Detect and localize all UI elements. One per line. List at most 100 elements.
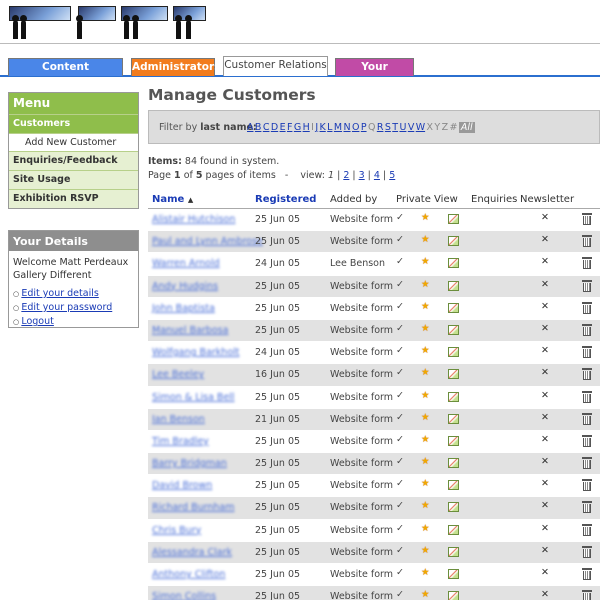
chart-icon[interactable] [448,458,459,469]
star-icon[interactable]: ★ [421,500,430,511]
customer-name-link[interactable]: Simon Collins [152,591,216,600]
chart-icon[interactable] [448,502,459,513]
filter-letter-j[interactable]: J [315,122,318,133]
chart-icon[interactable] [448,302,459,313]
star-icon[interactable]: ★ [421,434,430,445]
star-icon[interactable]: ★ [421,345,430,356]
star-icon[interactable]: ★ [421,456,430,467]
customer-name-link[interactable]: Anthony Clifton [152,569,225,580]
star-icon[interactable]: ★ [421,523,430,534]
filter-letter-t[interactable]: T [392,122,398,133]
sidebar-item-exhibition-rsvp[interactable]: Exhibition RSVP [9,189,138,208]
trash-icon[interactable] [582,235,592,248]
cross-icon[interactable]: ✕ [541,212,549,223]
chart-icon[interactable] [448,214,459,224]
cross-icon[interactable]: ✕ [541,279,549,290]
cross-icon[interactable]: ✕ [541,367,549,378]
trash-icon[interactable] [582,545,592,558]
cross-icon[interactable]: ✕ [541,434,549,445]
tab-administrators[interactable]: Administrators [131,58,220,76]
customer-name-link[interactable]: Richard Burnham [152,502,235,513]
star-icon[interactable]: ★ [421,478,430,489]
trash-icon[interactable] [582,457,592,470]
chart-icon[interactable] [448,258,459,269]
chart-icon[interactable] [448,546,459,557]
chart-icon[interactable] [448,236,459,247]
tab-your-account[interactable]: Your Account [335,58,414,90]
trash-icon[interactable] [582,301,592,314]
customer-name-link[interactable]: Tim Bradley [152,436,209,447]
trash-icon[interactable] [582,390,592,403]
cross-icon[interactable]: ✕ [541,256,549,267]
page-link-2[interactable]: 2 [343,170,349,181]
trash-icon[interactable] [582,323,592,336]
filter-letter-k[interactable]: K [320,122,326,133]
page-link-5[interactable]: 5 [389,170,395,181]
filter-all[interactable]: All [458,122,475,133]
customer-name-link[interactable]: Alistair Hutchison [152,214,235,225]
sidebar-item-site-usage[interactable]: Site Usage [9,170,138,189]
filter-letter-l[interactable]: L [327,122,332,133]
chart-icon[interactable] [448,347,459,358]
filter-letter-g[interactable]: G [294,122,301,133]
customer-name-link[interactable]: Wolfgang Barkholt [152,347,240,358]
customer-name-link[interactable]: Warren Arnold [152,258,220,269]
filter-letter-o[interactable]: O [352,122,359,133]
cross-icon[interactable]: ✕ [541,412,549,423]
cross-icon[interactable]: ✕ [541,589,549,600]
cross-icon[interactable]: ✕ [541,323,549,334]
chart-icon[interactable] [448,369,459,380]
cross-icon[interactable]: ✕ [541,390,549,401]
customer-name-link[interactable]: John Baptista [152,303,215,314]
customer-name-link[interactable]: Alessandra Clark [152,547,232,558]
cross-icon[interactable]: ✕ [541,567,549,578]
column-name[interactable]: Name ▲ [152,194,193,205]
filter-letter-h[interactable]: H [303,122,310,133]
trash-icon[interactable] [582,590,592,600]
star-icon[interactable]: ★ [421,567,430,578]
customer-name-link[interactable]: Lee Beeley [152,369,204,380]
filter-letter-r[interactable]: R [377,122,384,133]
star-icon[interactable]: ★ [421,279,430,290]
tab-content-management[interactable]: Content Management [8,58,123,90]
filter-letter-f[interactable]: F [287,122,292,133]
filter-letter-d[interactable]: D [271,122,278,133]
trash-icon[interactable] [582,257,592,270]
star-icon[interactable]: ★ [421,545,430,556]
customer-name-link[interactable]: Andy Hudgins [152,281,218,292]
sidebar-item-enquiries-feedback[interactable]: Enquiries/Feedback [9,151,138,170]
customer-name-link[interactable]: Chris Bury [152,525,201,536]
star-icon[interactable]: ★ [421,234,430,245]
trash-icon[interactable] [582,279,592,292]
trash-icon[interactable] [582,412,592,425]
filter-letter-b[interactable]: B [255,122,262,133]
filter-letter-s[interactable]: S [385,122,391,133]
chart-icon[interactable] [448,324,459,335]
customer-name-link[interactable]: Simon & Lisa Bell [152,392,235,403]
trash-icon[interactable] [582,368,592,381]
cross-icon[interactable]: ✕ [541,478,549,489]
tab-customer-relations[interactable]: Customer Relations [223,56,328,76]
star-icon[interactable]: ★ [421,589,430,600]
cross-icon[interactable]: ✕ [541,500,549,511]
star-icon[interactable]: ★ [421,367,430,378]
trash-icon[interactable] [582,523,592,536]
page-link-3[interactable]: 3 [359,170,365,181]
chart-icon[interactable] [448,524,459,535]
filter-letter-m[interactable]: M [334,122,342,133]
customer-name-link[interactable]: Paul and Lynn Ambrose [152,236,263,247]
filter-letter-a[interactable]: A [247,122,254,133]
cross-icon[interactable]: ✕ [541,301,549,312]
edit-password-link[interactable]: Edit your password [21,302,112,313]
star-icon[interactable]: ★ [421,212,430,223]
edit-details-link[interactable]: Edit your details [21,288,98,299]
chart-icon[interactable] [448,435,459,446]
star-icon[interactable]: ★ [421,390,430,401]
sidebar-item-customers[interactable]: Customers [9,114,138,133]
filter-letter-e[interactable]: E [280,122,286,133]
page-link-4[interactable]: 4 [374,170,380,181]
cross-icon[interactable]: ✕ [541,523,549,534]
trash-icon[interactable] [582,479,592,492]
chart-icon[interactable] [448,280,459,291]
logout-link[interactable]: Logout [21,316,54,327]
